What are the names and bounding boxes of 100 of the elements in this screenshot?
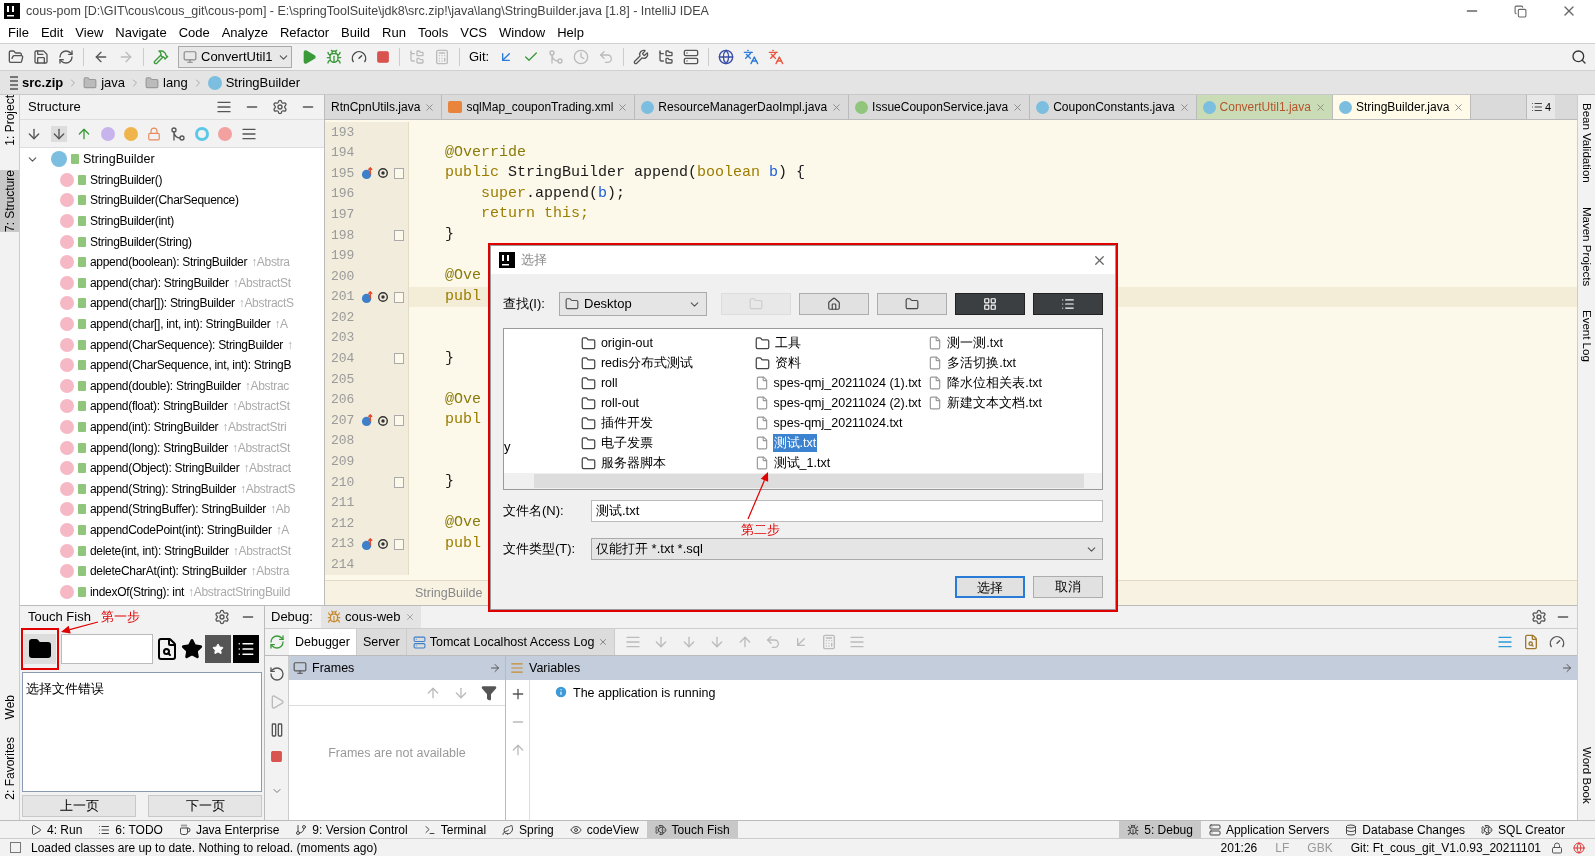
scrollbar-thumb[interactable] bbox=[534, 474, 1084, 488]
tree-item[interactable]: append(StringBuffer): StringBuilder bbox=[90, 500, 267, 519]
open-file-button[interactable] bbox=[24, 634, 56, 664]
tree-item[interactable]: append(int): StringBuilder bbox=[90, 418, 219, 436]
breadcrumb-item[interactable]: lang bbox=[163, 72, 188, 93]
tool-window-button[interactable]: Java Enterprise bbox=[170, 821, 288, 838]
restore-layout-icon[interactable] bbox=[1497, 634, 1513, 650]
settings-icon[interactable] bbox=[272, 99, 288, 115]
listing-entry[interactable]: roll bbox=[599, 373, 619, 393]
breadcrumb-item[interactable]: java bbox=[101, 72, 126, 93]
dialog-button[interactable]: 选择 bbox=[955, 576, 1025, 598]
server-icon[interactable] bbox=[683, 49, 700, 65]
file-type-dropdown[interactable]: 仅能打开 *.txt *.sql bbox=[591, 538, 1103, 560]
new-folder-button[interactable] bbox=[877, 293, 947, 315]
lock-icon[interactable] bbox=[1551, 841, 1563, 854]
fold-marker[interactable] bbox=[394, 168, 405, 179]
tree-item[interactable]: append(long): StringBuilder bbox=[90, 438, 228, 457]
editor-tab[interactable]: StringBuilder.java bbox=[1332, 95, 1472, 119]
tree-item[interactable]: appendCodePoint(int): StringBuilder bbox=[90, 521, 272, 539]
listing-entry[interactable]: spes-qmj_20211024 (2).txt bbox=[772, 393, 923, 413]
tree-item[interactable]: append(double): StringBuilder bbox=[90, 376, 241, 395]
settings-icon[interactable] bbox=[1531, 609, 1547, 625]
open-icon[interactable] bbox=[8, 49, 24, 65]
fold-marker[interactable] bbox=[394, 291, 405, 303]
list-view-button[interactable] bbox=[955, 293, 1025, 315]
anonymous-icon[interactable] bbox=[170, 125, 186, 142]
menu-item[interactable]: Run bbox=[376, 22, 412, 43]
tree-item[interactable]: StringBuilder(String) bbox=[90, 232, 192, 251]
translate-icon[interactable] bbox=[743, 49, 760, 65]
close-icon[interactable] bbox=[424, 101, 436, 113]
save-icon[interactable] bbox=[33, 49, 49, 65]
close-icon[interactable] bbox=[617, 101, 629, 113]
home-button[interactable] bbox=[799, 293, 869, 315]
tool-window-button[interactable]: 4: Run bbox=[22, 821, 91, 838]
menu-item[interactable]: Analyze bbox=[215, 22, 274, 43]
tree-item[interactable]: append(boolean): StringBuilder bbox=[90, 253, 248, 272]
debug-tab[interactable]: Debugger bbox=[289, 629, 357, 655]
stop-icon[interactable] bbox=[270, 750, 283, 763]
tool-window-button[interactable]: Database Changes bbox=[1337, 821, 1474, 838]
listing-entry[interactable]: 测一测.txt bbox=[946, 333, 1004, 353]
tree-item[interactable]: append(char): StringBuilder bbox=[90, 273, 229, 292]
tree-item[interactable]: append(CharSequence): StringBuilder bbox=[90, 335, 283, 354]
stop-icon[interactable] bbox=[376, 50, 390, 64]
expand-all-icon[interactable] bbox=[216, 99, 232, 115]
tool-window-tab[interactable]: 1: Project bbox=[0, 95, 19, 146]
listing-entry[interactable]: 多活切换.txt bbox=[946, 353, 1017, 373]
pin-icon[interactable] bbox=[1561, 662, 1573, 674]
tool-window-button[interactable]: codeView bbox=[561, 821, 647, 838]
tree-item[interactable]: append(String): StringBuilder bbox=[90, 479, 237, 498]
close-icon[interactable] bbox=[1178, 101, 1190, 113]
tree-item[interactable]: append(char[], int, int): StringBuilder bbox=[90, 315, 271, 334]
cursor-position[interactable]: 201:26 bbox=[1220, 838, 1258, 856]
annotation-icon[interactable] bbox=[376, 291, 389, 304]
pin-icon[interactable] bbox=[489, 662, 501, 674]
gauge-icon[interactable] bbox=[1549, 634, 1565, 650]
tree-item[interactable]: append(Object): StringBuilder bbox=[90, 459, 240, 478]
menu-item[interactable]: Edit bbox=[34, 22, 70, 43]
tool-window-button[interactable]: Terminal bbox=[415, 821, 495, 838]
settings-icon[interactable] bbox=[214, 609, 230, 625]
page-button[interactable]: 下一页 bbox=[148, 795, 262, 817]
tool-window-button[interactable]: Application Servers bbox=[1200, 821, 1338, 838]
project-structure-icon[interactable] bbox=[658, 49, 675, 65]
run-configuration-dropdown[interactable]: ConvertUtil1 bbox=[178, 46, 292, 68]
vcs-branch[interactable]: Git: Ft_cous_git_V1.0.93_20211101 bbox=[1350, 838, 1541, 856]
status-checkbox-icon[interactable] bbox=[10, 842, 21, 853]
tree-item[interactable]: append(float): StringBuilder bbox=[90, 397, 228, 416]
sort-alpha-icon[interactable] bbox=[51, 125, 67, 142]
annotation-icon[interactable] bbox=[376, 167, 389, 180]
listing-entry[interactable]: 测试_1.txt bbox=[772, 453, 832, 473]
look-in-dropdown[interactable]: Desktop bbox=[559, 292, 707, 316]
tree-item[interactable]: deleteCharAt(int): StringBuilder bbox=[90, 562, 247, 581]
listing-entry[interactable]: 资料 bbox=[773, 353, 802, 373]
listing-entry[interactable]: spes-qmj_20211024.txt bbox=[772, 413, 904, 433]
menu-item[interactable]: Help bbox=[551, 22, 590, 43]
listing-entry[interactable]: redis分布式测试 bbox=[599, 353, 694, 373]
breadcrumb-item[interactable]: src.zip bbox=[22, 72, 64, 93]
close-icon[interactable] bbox=[831, 101, 843, 113]
sync-icon[interactable] bbox=[58, 49, 74, 65]
tree-item[interactable]: StringBuilder(CharSequence) bbox=[90, 191, 239, 210]
settings-icon[interactable] bbox=[633, 49, 650, 65]
listing-entry[interactable]: 测试.txt bbox=[772, 433, 818, 453]
listing-entry[interactable]: spes-qmj_20211024 (1).txt bbox=[772, 373, 923, 393]
menu-item[interactable]: VCS bbox=[454, 22, 493, 43]
menu-item[interactable]: File bbox=[2, 22, 35, 43]
tool-window-button[interactable]: Spring bbox=[494, 821, 562, 838]
listing-entry[interactable]: 工具 bbox=[773, 333, 802, 353]
override-icon[interactable] bbox=[360, 537, 374, 551]
favorites-button[interactable] bbox=[205, 635, 231, 663]
menu-item[interactable]: Tools bbox=[411, 22, 455, 43]
listing-entry[interactable]: 电子发票 bbox=[599, 433, 654, 453]
fold-marker[interactable] bbox=[394, 476, 405, 488]
tool-window-tab[interactable]: Maven Projects bbox=[1577, 206, 1595, 286]
fold-marker[interactable] bbox=[394, 229, 405, 241]
tree-item[interactable]: append(CharSequence, int, int): StringB bbox=[90, 356, 292, 375]
coverage-icon[interactable] bbox=[351, 49, 367, 65]
back-icon[interactable] bbox=[93, 49, 109, 65]
tree-item[interactable]: delete(int, int): StringBuilder bbox=[90, 541, 229, 560]
tool-window-button[interactable]: 6: TODO bbox=[90, 821, 171, 838]
menu-item[interactable]: Refactor bbox=[273, 22, 336, 43]
menu-item[interactable]: View bbox=[69, 22, 110, 43]
